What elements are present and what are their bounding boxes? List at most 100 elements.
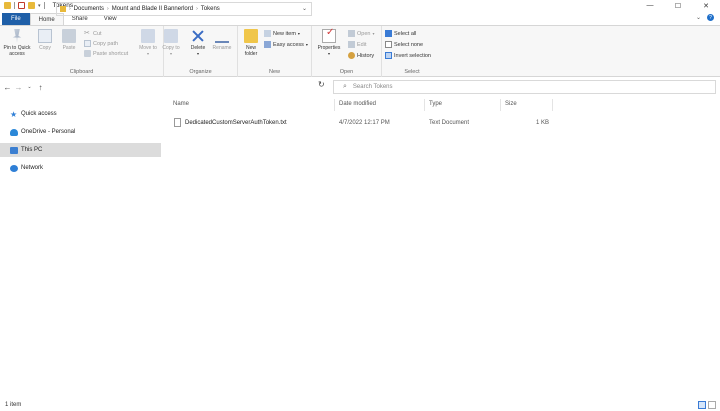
text-file-icon xyxy=(174,118,181,127)
new-item-icon xyxy=(264,30,271,37)
column-divider[interactable] xyxy=(334,99,335,111)
view-toggles xyxy=(698,401,716,409)
customize-toolbar-chevron-icon[interactable]: ▾ xyxy=(38,3,41,9)
invert-selection-button[interactable]: Invert selection xyxy=(385,52,431,59)
column-divider[interactable] xyxy=(500,99,501,111)
copy-icon xyxy=(38,29,52,43)
breadcrumb-documents[interactable]: Documents xyxy=(74,6,104,12)
paste-icon xyxy=(62,29,76,43)
copy-to-button[interactable]: Copy to ▾ xyxy=(162,29,180,57)
select-none-icon xyxy=(385,41,392,48)
history-button[interactable]: History xyxy=(348,52,374,59)
breadcrumb-bannerlord[interactable]: Mount and Blade II Bannerlord xyxy=(112,6,193,12)
pin-quick-access-label: Pin to Quick access xyxy=(3,45,31,57)
paste-shortcut-button[interactable]: Paste shortcut xyxy=(84,50,128,57)
select-group-label: Select xyxy=(404,69,420,75)
search-input[interactable]: ⌕ Search Tokens xyxy=(333,80,716,94)
open-label: Open xyxy=(357,30,371,37)
address-bar[interactable]: › Documents › Mount and Blade II Bannerl… xyxy=(56,2,312,16)
invert-selection-icon xyxy=(385,52,392,59)
pin-quick-access-button[interactable]: Pin to Quick access xyxy=(2,29,32,57)
breadcrumb-separator: › xyxy=(196,6,198,12)
help-icon[interactable]: ? xyxy=(707,14,714,21)
ribbon-options: ⌄ ? xyxy=(696,14,714,21)
cut-button[interactable]: ✂ Cut xyxy=(84,30,102,37)
copy-button[interactable]: Copy xyxy=(36,29,54,51)
copy-path-label: Copy path xyxy=(93,40,119,47)
up-arrow-icon[interactable]: ↑ xyxy=(35,83,46,92)
folder-icon xyxy=(4,2,11,9)
nav-item-network[interactable]: Network xyxy=(0,161,161,175)
column-divider[interactable] xyxy=(424,99,425,111)
nav-item-quick-access[interactable]: ★ Quick access xyxy=(0,107,161,121)
details-view-icon[interactable] xyxy=(698,401,706,409)
new-item-label: New item xyxy=(273,30,296,37)
refresh-icon[interactable]: ↻ xyxy=(318,80,325,89)
maximize-button[interactable]: ☐ xyxy=(664,0,692,11)
forward-arrow-icon[interactable]: → xyxy=(13,83,24,92)
properties-button[interactable]: Properties ▾ xyxy=(315,29,343,57)
breadcrumb-separator: › xyxy=(107,6,109,12)
column-header-name[interactable]: Name xyxy=(173,101,189,107)
pin-icon xyxy=(12,29,22,43)
breadcrumb-tokens[interactable]: Tokens xyxy=(201,6,220,12)
computer-icon xyxy=(10,146,18,154)
copy-label: Copy xyxy=(39,45,51,51)
select-none-button[interactable]: Select none xyxy=(385,41,423,48)
window-controls: — ☐ ✕ xyxy=(636,0,720,11)
minimize-button[interactable]: — xyxy=(636,0,664,11)
paste-button[interactable]: Paste xyxy=(60,29,78,51)
move-to-button[interactable]: Move to ▾ xyxy=(139,29,157,57)
expand-ribbon-chevron-icon[interactable]: ⌄ xyxy=(696,14,701,21)
delete-x-icon xyxy=(191,29,205,43)
delete-button[interactable]: Delete ▾ xyxy=(188,29,208,57)
close-button[interactable]: ✕ xyxy=(692,0,720,11)
properties-quick-icon[interactable] xyxy=(18,2,25,9)
move-to-icon xyxy=(141,29,155,43)
quick-access-toolbar: ▾ xyxy=(0,0,45,11)
nav-item-this-pc[interactable]: This PC xyxy=(0,143,161,157)
scissors-icon: ✂ xyxy=(84,30,90,37)
ribbon: Pin to Quick access Copy Paste ✂ Cut Cop… xyxy=(0,25,720,77)
recent-locations-chevron-icon[interactable]: ⌄ xyxy=(24,84,35,90)
edit-label: Edit xyxy=(357,41,367,48)
edit-icon xyxy=(348,41,355,48)
file-date-modified: 4/7/2022 12:17 PM xyxy=(339,120,390,126)
large-icons-view-icon[interactable] xyxy=(708,401,716,409)
nav-item-onedrive[interactable]: OneDrive - Personal xyxy=(0,125,161,139)
history-label: History xyxy=(357,52,375,59)
copy-path-icon xyxy=(84,40,91,47)
new-item-button[interactable]: New item ▾ xyxy=(264,30,300,37)
easy-access-button[interactable]: Easy access ▾ xyxy=(264,41,308,48)
column-header-size[interactable]: Size xyxy=(505,101,517,107)
table-row[interactable]: DedicatedCustomServerAuthToken.txt 4/7/2… xyxy=(170,118,570,130)
column-header-type[interactable]: Type xyxy=(429,101,442,107)
new-group-label: New xyxy=(268,69,280,75)
column-header-date-modified[interactable]: Date modified xyxy=(339,101,376,107)
edit-button[interactable]: Edit xyxy=(348,41,366,48)
select-all-button[interactable]: Select all xyxy=(385,30,416,37)
cloud-icon xyxy=(10,128,18,136)
open-group-label: Open xyxy=(339,69,354,75)
paste-label: Paste xyxy=(62,45,76,51)
copy-path-button[interactable]: Copy path xyxy=(84,40,118,47)
toolbar-divider xyxy=(43,2,45,9)
open-button[interactable]: Open ▾ xyxy=(348,30,374,37)
column-divider[interactable] xyxy=(552,99,553,111)
new-folder-quick-icon[interactable] xyxy=(28,2,35,9)
new-folder-icon xyxy=(244,29,258,43)
search-icon: ⌕ xyxy=(343,83,347,90)
tab-file[interactable]: File xyxy=(2,13,30,25)
easy-access-label: Easy access xyxy=(273,41,304,48)
rename-button[interactable]: Rename xyxy=(210,29,234,51)
copy-to-icon xyxy=(164,29,178,43)
new-folder-button[interactable]: New folder xyxy=(242,29,260,57)
easy-access-icon xyxy=(264,41,271,48)
address-history-chevron-icon[interactable]: ⌄ xyxy=(302,5,307,12)
file-name: DedicatedCustomServerAuthToken.txt xyxy=(185,120,287,126)
network-icon xyxy=(10,164,18,172)
navigation-pane: ★ Quick access OneDrive - Personal This … xyxy=(0,97,163,397)
properties-icon xyxy=(322,29,336,43)
nav-item-label: Network xyxy=(21,165,44,171)
back-arrow-icon[interactable]: ← xyxy=(2,83,13,92)
